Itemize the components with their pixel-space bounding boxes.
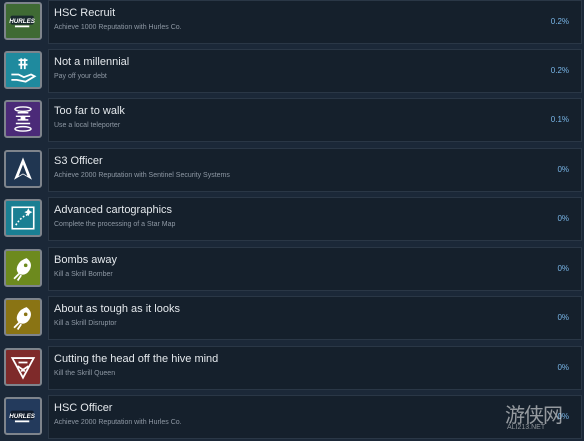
achievement-panel: About as tough as it looks Kill a Skrill… bbox=[48, 296, 582, 340]
achievement-description: Use a local teleporter bbox=[54, 122, 121, 129]
achievement-row: Bombs away Kill a Skrill Bomber 0% bbox=[0, 247, 584, 293]
hand-coin-icon bbox=[4, 51, 42, 89]
achievement-panel: HSC Recruit Achieve 1000 Reputation with… bbox=[48, 0, 582, 44]
achievement-title: Bombs away bbox=[54, 254, 117, 266]
achievement-percent: 0% bbox=[557, 412, 569, 421]
achievement-percent: 0% bbox=[557, 165, 569, 174]
star-map-icon bbox=[4, 199, 42, 237]
achievement-percent: 0.2% bbox=[550, 17, 569, 26]
hurles-logo-icon: HURLES bbox=[4, 397, 42, 435]
achievement-description: Achieve 2000 Reputation with Hurles Co. bbox=[54, 419, 182, 426]
achievement-description: Kill the Skrill Queen bbox=[54, 370, 116, 377]
achievement-percent: 0% bbox=[557, 214, 569, 223]
achievement-description: Kill a Skrill Disruptor bbox=[54, 320, 117, 327]
teleporter-icon bbox=[4, 100, 42, 138]
achievement-percent: 0% bbox=[557, 313, 569, 322]
achievement-percent: 0% bbox=[557, 264, 569, 273]
achievement-panel: Not a millennial Pay off your debt 0.2% bbox=[48, 49, 582, 93]
achievement-percent: 0% bbox=[557, 363, 569, 372]
achievement-panel: HSC Officer Achieve 2000 Reputation with… bbox=[48, 395, 582, 439]
achievement-title: Too far to walk bbox=[54, 105, 125, 117]
achievement-description: Complete the processing of a Star Map bbox=[54, 221, 176, 228]
achievement-percent: 0.1% bbox=[550, 115, 569, 124]
achievement-title: Cutting the head off the hive mind bbox=[54, 353, 219, 365]
achievement-title: HSC Officer bbox=[54, 402, 113, 414]
achievement-title: Advanced cartographics bbox=[54, 204, 173, 216]
achievement-row: Too far to walk Use a local teleporter 0… bbox=[0, 98, 584, 144]
achievement-row: S3 Officer Achieve 2000 Reputation with … bbox=[0, 148, 584, 194]
svg-text:HURLES: HURLES bbox=[9, 413, 36, 420]
achievement-title: Not a millennial bbox=[54, 56, 130, 68]
achievement-row: Advanced cartographics Complete the proc… bbox=[0, 197, 584, 243]
achievement-panel: Too far to walk Use a local teleporter 0… bbox=[48, 98, 582, 142]
achievement-description: Achieve 2000 Reputation with Sentinel Se… bbox=[54, 172, 230, 179]
skrill-disruptor-icon bbox=[4, 298, 42, 336]
achievement-panel: Advanced cartographics Complete the proc… bbox=[48, 197, 582, 241]
achievement-description: Pay off your debt bbox=[54, 73, 107, 80]
achievement-description: Achieve 1000 Reputation with Hurles Co. bbox=[54, 24, 182, 31]
achievement-row: HURLES HSC Officer Achieve 2000 Reputati… bbox=[0, 395, 584, 441]
achievement-row: About as tough as it looks Kill a Skrill… bbox=[0, 296, 584, 342]
achievement-row: HURLES HSC Recruit Achieve 1000 Reputati… bbox=[0, 0, 584, 46]
achievement-title: About as tough as it looks bbox=[54, 303, 180, 315]
achievement-title: S3 Officer bbox=[54, 155, 103, 167]
achievement-row: Not a millennial Pay off your debt 0.2% bbox=[0, 49, 584, 95]
hurles-logo-icon: HURLES bbox=[4, 2, 42, 40]
skrill-queen-icon bbox=[4, 348, 42, 386]
achievement-row: Cutting the head off the hive mind Kill … bbox=[0, 346, 584, 392]
skrill-bomber-icon bbox=[4, 249, 42, 287]
achievement-panel: Cutting the head off the hive mind Kill … bbox=[48, 346, 582, 390]
achievement-percent: 0.2% bbox=[550, 66, 569, 75]
achievement-title: HSC Recruit bbox=[54, 7, 116, 19]
achievement-panel: S3 Officer Achieve 2000 Reputation with … bbox=[48, 148, 582, 192]
achievement-panel: Bombs away Kill a Skrill Bomber 0% bbox=[48, 247, 582, 291]
achievement-description: Kill a Skrill Bomber bbox=[54, 271, 113, 278]
sentinel-arrow-icon bbox=[4, 150, 42, 188]
svg-text:HURLES: HURLES bbox=[9, 18, 36, 25]
